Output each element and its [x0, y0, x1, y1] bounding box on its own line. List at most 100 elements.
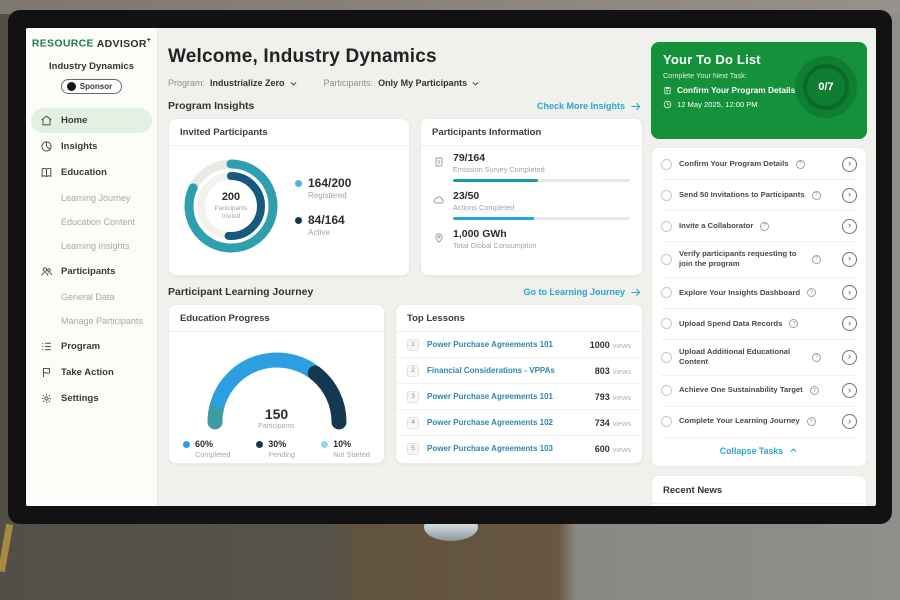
participants-filter-dropdown[interactable]: Only My Participants	[378, 78, 480, 88]
task-info-icon[interactable]: ?	[796, 160, 805, 169]
task-open-button[interactable]: ›	[842, 252, 857, 267]
task-info-icon[interactable]: ?	[807, 288, 816, 297]
sidebar-nav: Home Insights Education Learning Journey Edu…	[26, 108, 157, 411]
todo-panel: Your To Do List Complete Your Next Task:…	[651, 28, 867, 506]
recent-news-title: Recent News	[652, 476, 866, 504]
stat-progress-track	[453, 179, 630, 182]
todo-summary-card: Your To Do List Complete Your Next Task:…	[651, 42, 867, 139]
stat-label: Total Global Consumption	[453, 241, 630, 250]
sidebar-item-label: Learning Journey	[61, 193, 131, 203]
gauge-segment-completed	[218, 360, 311, 401]
task-checkbox[interactable]	[661, 159, 672, 170]
program-filter-dropdown[interactable]: Industrialize Zero	[210, 78, 298, 88]
task-checkbox[interactable]	[661, 254, 672, 265]
task-checkbox[interactable]	[661, 385, 672, 396]
chevron-down-icon	[289, 79, 298, 88]
task-info-icon[interactable]: ?	[812, 255, 821, 264]
task-open-button[interactable]: ›	[842, 414, 857, 429]
lesson-link[interactable]: Power Purchase Agreements 102	[427, 418, 587, 427]
sidebar-item-label: Education	[61, 167, 107, 178]
consumption-icon	[433, 231, 445, 243]
lesson-row-4: 4Power Purchase Agreements 102734views	[396, 410, 642, 436]
task-row-upload-additional-educational-content: Upload Additional Educational Content?›	[661, 340, 857, 376]
check-more-insights-label: Check More Insights	[537, 101, 625, 111]
task-row-invite-a-collaborator: Invite a Collaborator?›	[661, 211, 857, 242]
check-more-insights-link[interactable]: Check More Insights	[537, 101, 641, 112]
task-checkbox[interactable]	[661, 287, 672, 298]
lesson-link[interactable]: Power Purchase Agreements 101	[427, 340, 582, 349]
stat-progress-fill	[453, 217, 534, 220]
task-info-icon[interactable]: ?	[807, 417, 816, 426]
task-checkbox[interactable]	[661, 221, 672, 232]
sidebar-item-learning-journey[interactable]: Learning Journey	[26, 186, 157, 210]
task-info-icon[interactable]: ?	[760, 222, 769, 231]
task-open-button[interactable]: ›	[842, 350, 857, 365]
task-label: Verify participants requesting to join t…	[679, 249, 805, 270]
task-open-button[interactable]: ›	[842, 316, 857, 331]
sidebar-item-program[interactable]: Program	[31, 334, 152, 359]
participants-stats: 79/164Emission Survey Completed23/50Acti…	[421, 146, 642, 250]
lesson-link[interactable]: Power Purchase Agreements 101	[427, 392, 587, 401]
lesson-link[interactable]: Financial Considerations - VPPAs	[427, 366, 587, 375]
sidebar-item-manage-participants[interactable]: Manage Participants	[26, 309, 157, 333]
sponsor-badge[interactable]: Sponsor	[61, 79, 122, 94]
legend-item-registered: 164/200Registered	[295, 176, 351, 200]
task-checkbox[interactable]	[661, 190, 672, 201]
program-icon	[40, 340, 53, 353]
legend-dot	[256, 441, 263, 448]
brand-primary: RESOURCE	[32, 38, 94, 50]
sidebar-item-take-action[interactable]: Take Action	[31, 360, 152, 385]
sidebar-item-insights[interactable]: Insights	[31, 134, 152, 159]
task-row-upload-spend-data-records: Upload Spend Data Records? ›	[661, 309, 857, 340]
todo-progress-ring: 0/7	[803, 64, 849, 110]
recent-news-card: Recent News	[651, 475, 867, 506]
task-info-icon[interactable]: ?	[812, 353, 821, 362]
sidebar-item-participants[interactable]: Participants	[31, 259, 152, 284]
participants-icon	[40, 265, 53, 278]
stat-body: 1,000 GWhTotal Global Consumption	[453, 228, 630, 250]
org-name: Industry Dynamics	[26, 61, 157, 72]
task-checkbox[interactable]	[661, 318, 672, 329]
task-info-icon[interactable]: ?	[812, 191, 821, 200]
lesson-views-suffix: views	[613, 419, 631, 428]
lesson-link[interactable]: Power Purchase Agreements 103	[427, 444, 587, 453]
gauge-center-label: 150 Participants	[197, 406, 357, 430]
app-window: RESOURCEADVISOR+ Industry Dynamics Spons…	[26, 28, 876, 506]
task-info-icon[interactable]: ?	[810, 386, 819, 395]
program-insights-title: Program Insights	[168, 100, 254, 112]
sidebar-item-learning-insights[interactable]: Learning Insights	[26, 234, 157, 258]
survey-icon	[433, 155, 445, 167]
task-open-button[interactable]: ›	[842, 157, 857, 172]
task-checkbox[interactable]	[661, 416, 672, 427]
task-open-button[interactable]: ›	[842, 188, 857, 203]
legend-label: Registered	[308, 191, 351, 200]
stat-body: 23/50Actions Completed	[453, 190, 630, 220]
learning-journey-header: Participant Learning Journey Go to Learn…	[168, 286, 641, 298]
sidebar-item-settings[interactable]: Settings	[31, 386, 152, 411]
collapse-tasks-link[interactable]: Collapse Tasks	[661, 438, 857, 465]
task-checkbox[interactable]	[661, 352, 672, 363]
legend-item-completed: 60%Completed	[183, 439, 230, 459]
task-row-complete-your-learning-journey: Complete Your Learning Journey?›	[661, 407, 857, 438]
chevron-down-icon	[471, 79, 480, 88]
task-row-explore-your-insights-dashboard: Explore Your Insights Dashboard?›	[661, 278, 857, 309]
lesson-views: 793views	[595, 392, 631, 402]
sidebar-item-label: Home	[61, 115, 87, 126]
go-to-learning-journey-link[interactable]: Go to Learning Journey	[523, 287, 641, 298]
task-open-button[interactable]: ›	[842, 285, 857, 300]
sidebar-item-general-data[interactable]: General Data	[26, 285, 157, 309]
task-open-button[interactable]: ›	[842, 219, 857, 234]
task-label: Upload Spend Data Records	[679, 319, 782, 329]
invited-participants-body: 200 Participants Invited 164/200Register…	[169, 146, 409, 266]
task-info-icon[interactable]: ?	[789, 319, 798, 328]
sidebar-item-education[interactable]: Education	[31, 160, 152, 185]
legend-dot	[183, 441, 190, 448]
sidebar-item-home[interactable]: Home	[31, 108, 152, 133]
stat-progress-fill	[453, 179, 538, 182]
sidebar-item-label: Participants	[61, 266, 115, 277]
education-progress-title: Education Progress	[169, 305, 384, 332]
sidebar-item-education-content[interactable]: Education Content	[26, 210, 157, 234]
task-open-button[interactable]: ›	[842, 383, 857, 398]
stat-label: Emission Survey Completed	[453, 165, 630, 174]
actions-icon	[433, 193, 445, 205]
